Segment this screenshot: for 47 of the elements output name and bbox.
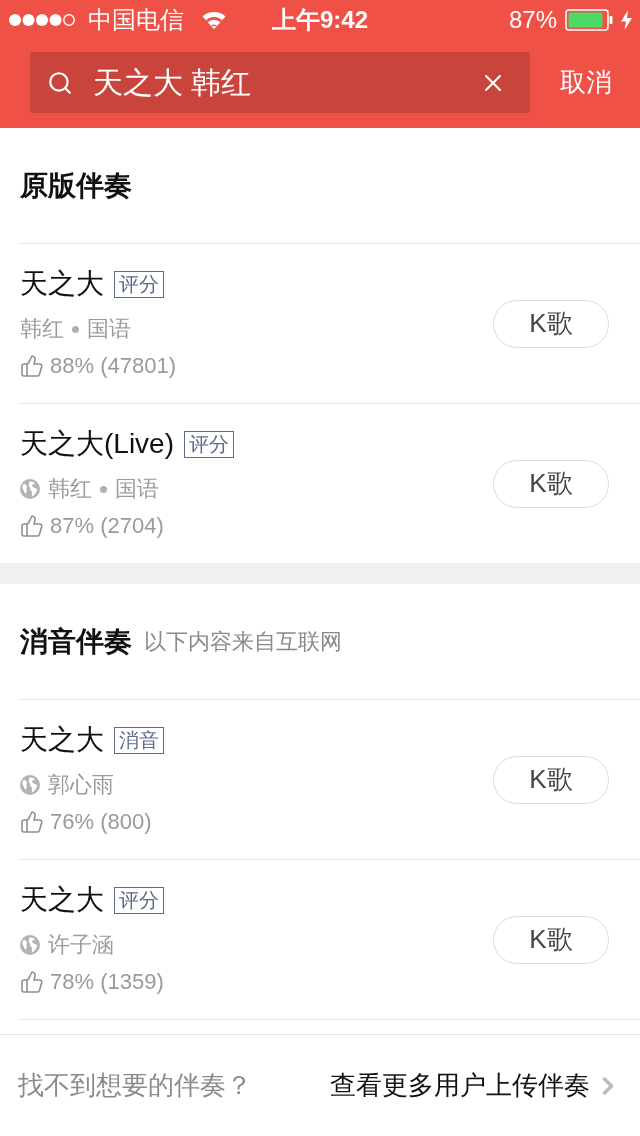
search-field[interactable]: 天之大 韩红 [30, 52, 530, 113]
song-meta-text: 国语 [87, 315, 131, 343]
search-icon [47, 69, 73, 96]
carrier-text: 中国电信 [88, 5, 184, 35]
thumbs-up-icon [20, 514, 44, 538]
more-uploads-link[interactable]: 查看更多用户上传伴奏 [330, 1066, 622, 1105]
sing-button[interactable]: K歌 [493, 915, 609, 964]
song-tag: 消音 [114, 726, 164, 754]
time-text: 上午9:42 [271, 5, 368, 35]
thumbs-up-icon [20, 354, 44, 378]
globe-icon [20, 479, 40, 499]
globe-icon [20, 775, 40, 795]
section-title: 消音伴奏 [20, 624, 132, 659]
sing-button[interactable]: K歌 [493, 459, 609, 508]
rating-text: 88% (47801) [50, 352, 176, 380]
song-tag: 评分 [114, 886, 164, 914]
signal-strength-icon [8, 13, 76, 27]
song-meta-text: 许子涵 [48, 931, 114, 959]
wifi-icon [202, 11, 226, 29]
sing-button[interactable]: K歌 [493, 299, 609, 348]
search-query-text: 天之大 韩红 [93, 64, 253, 101]
song-meta-text: 韩红 [48, 475, 92, 503]
cancel-button[interactable]: 取消 [560, 63, 612, 102]
song-title: 天之大(Live) [20, 427, 174, 461]
song-tag: 评分 [184, 430, 234, 458]
rating-text: 87% (2704) [50, 512, 164, 540]
separator-dot-icon [100, 485, 107, 493]
thumbs-up-icon [20, 810, 44, 834]
globe-icon [20, 935, 40, 955]
rating-text: 76% (800) [50, 808, 152, 836]
sing-button[interactable]: K歌 [493, 755, 609, 804]
song-title: 天之大 [20, 267, 104, 301]
rating-text: 78% (1359) [50, 968, 164, 996]
section-title: 原版伴奏 [20, 168, 132, 203]
battery-percent-text: 87% [508, 5, 557, 35]
footer-hint-text: 找不到想要的伴奏？ [18, 1069, 252, 1102]
song-meta-text: 国语 [115, 475, 159, 503]
song-meta-text: 韩红 [20, 315, 64, 343]
separator-dot-icon [72, 325, 79, 333]
thumbs-up-icon [20, 970, 44, 994]
section-subtitle: 以下内容来自互联网 [144, 628, 342, 656]
song-meta-text: 郭心雨 [48, 771, 114, 799]
charging-bolt-icon [621, 10, 632, 30]
song-title: 天之大 [20, 883, 104, 917]
battery-icon [565, 9, 613, 31]
song-title: 天之大 [20, 723, 104, 757]
song-tag: 评分 [114, 270, 164, 298]
